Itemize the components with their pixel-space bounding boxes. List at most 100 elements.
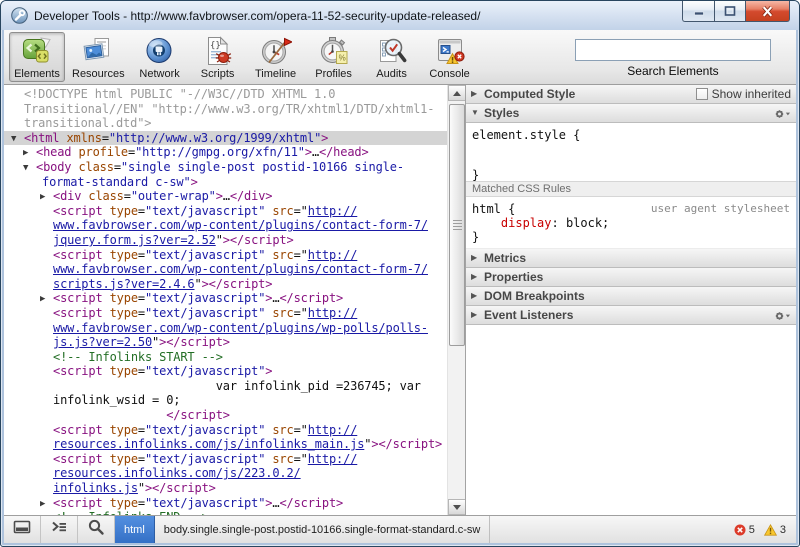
resource-link[interactable]: jquery.form.js?ver=2.52 xyxy=(53,233,216,247)
tab-network[interactable]: Network xyxy=(132,32,188,82)
dom-tree-node[interactable]: Transitional//EN" "http://www.w3.org/TR/… xyxy=(4,102,447,117)
resource-link[interactable]: www.favbrowser.com/wp-content/plugins/wp… xyxy=(53,321,428,335)
chevron-right-icon: ▶ xyxy=(471,287,477,305)
dom-tree-node[interactable]: var infolink_pid =236745; var xyxy=(4,379,447,394)
resource-link[interactable]: http:// xyxy=(308,306,358,320)
dom-tree-node[interactable]: ▶<head profile="http://gmpg.org/xfn/11">… xyxy=(4,145,447,160)
resource-link[interactable]: resources.infolinks.com/js/223.0.2/ xyxy=(53,466,301,480)
css-property-name[interactable]: display xyxy=(501,216,552,230)
statusbar: htmlbody.single.single-post.postid-10166… xyxy=(4,515,796,543)
css-rule-html[interactable]: user agent stylesheet html { display: bl… xyxy=(466,197,796,249)
gear-icon[interactable] xyxy=(774,310,791,322)
expander-open-icon[interactable]: ▼ xyxy=(23,161,28,176)
dom-tree-node[interactable]: format-standard c-sw"> xyxy=(4,175,447,190)
inspect-search-button[interactable] xyxy=(78,516,115,543)
resource-link[interactable]: js.js?ver=2.50 xyxy=(53,335,152,349)
resource-link[interactable]: www.favbrowser.com/wp-content/plugins/co… xyxy=(53,262,428,276)
message-counts[interactable]: 5 3 xyxy=(734,516,796,543)
rule-close: } xyxy=(472,230,790,244)
resource-link[interactable]: resources.infolinks.com/js/infolinks_mai… xyxy=(53,437,364,451)
scrollbar-thumb[interactable] xyxy=(449,104,465,346)
gear-icon[interactable] xyxy=(774,108,791,120)
section-event-listeners[interactable]: ▶Event Listeners xyxy=(466,306,796,325)
dom-tree-node[interactable]: <script type="text/javascript" src="http… xyxy=(4,204,447,219)
resource-link[interactable]: http:// xyxy=(308,452,358,466)
section-dom-breakpoints[interactable]: ▶ DOM Breakpoints xyxy=(466,287,796,306)
dom-tree-node[interactable]: infolink_wsid = 0; xyxy=(4,393,447,408)
element-style-open[interactable]: element.style { xyxy=(472,128,796,142)
resource-link[interactable]: scripts.js?ver=2.4.6 xyxy=(53,277,195,291)
console-toggle-button[interactable] xyxy=(41,516,78,543)
dom-tree[interactable]: <!DOCTYPE html PUBLIC "-//W3C//DTD XHTML… xyxy=(4,85,447,515)
titlebar[interactable]: Developer Tools - http://www.favbrowser.… xyxy=(1,1,799,30)
close-button[interactable] xyxy=(745,1,790,22)
expander-closed-icon[interactable]: ▶ xyxy=(40,292,45,307)
dom-tree-scrollbar[interactable] xyxy=(447,85,465,515)
dom-tree-node[interactable]: ▶<script type="text/javascript">…</scrip… xyxy=(4,291,447,306)
tab-resources[interactable]: Resources xyxy=(67,32,130,82)
section-properties[interactable]: ▶Properties xyxy=(466,268,796,287)
dom-tree-node[interactable]: www.favbrowser.com/wp-content/plugins/wp… xyxy=(4,321,447,336)
dom-tree-node[interactable]: resources.infolinks.com/js/223.0.2/ xyxy=(4,466,447,481)
tab-scripts[interactable]: {}Scripts xyxy=(190,32,246,82)
tab-profiles[interactable]: %Profiles xyxy=(306,32,362,82)
dom-tree-node[interactable]: transitional.dtd"> xyxy=(4,116,447,131)
dom-tree-node[interactable]: <script type="text/javascript" src="http… xyxy=(4,306,447,321)
section-computed-style[interactable]: ▶ Computed Style Show inherited xyxy=(466,85,796,104)
tab-timeline[interactable]: Timeline xyxy=(248,32,304,82)
dom-tree-node[interactable]: js.js?ver=2.50"></script> xyxy=(4,335,447,350)
dom-tree-node[interactable]: <script type="text/javascript" src="http… xyxy=(4,423,447,438)
dock-toggle-button[interactable] xyxy=(4,516,41,543)
dom-tree-node[interactable]: <script type="text/javascript"> xyxy=(4,364,447,379)
dom-tree-node[interactable]: ▶<script type="text/javascript">…</scrip… xyxy=(4,496,447,511)
dom-tree-node[interactable]: resources.infolinks.com/js/infolinks_mai… xyxy=(4,437,447,452)
syntax-segment: </div> xyxy=(230,189,272,203)
section-metrics[interactable]: ▶Metrics xyxy=(466,249,796,268)
section-styles[interactable]: ▼ Styles xyxy=(466,104,796,123)
dom-tree-node[interactable]: ▼<body class="single single-post postid-… xyxy=(4,160,447,175)
expander-closed-icon[interactable]: ▶ xyxy=(40,190,45,205)
computed-style-label: Computed Style xyxy=(484,87,575,101)
dom-tree-node[interactable]: <!DOCTYPE html PUBLIC "-//W3C//DTD XHTML… xyxy=(4,87,447,102)
tab-console[interactable]: Console xyxy=(422,32,478,82)
maximize-button[interactable] xyxy=(714,1,745,22)
section-label: DOM Breakpoints xyxy=(484,289,585,303)
dom-tree-node[interactable]: <script type="text/javascript" src="http… xyxy=(4,248,447,263)
resource-link[interactable]: http:// xyxy=(308,204,358,218)
dom-tree-node[interactable]: infolinks.js"></script> xyxy=(4,481,447,496)
scroll-up-button[interactable] xyxy=(448,85,466,101)
resource-link[interactable]: http:// xyxy=(308,423,358,437)
expander-closed-icon[interactable]: ▶ xyxy=(23,146,28,161)
expander-closed-icon[interactable]: ▶ xyxy=(40,497,45,512)
dom-tree-node[interactable]: ▶<div class="outer-wrap">…</div> xyxy=(4,189,447,204)
syntax-segment: src xyxy=(272,452,293,466)
dom-tree-node[interactable]: www.favbrowser.com/wp-content/plugins/co… xyxy=(4,262,447,277)
dom-tree-node[interactable]: jquery.form.js?ver=2.52"></script> xyxy=(4,233,447,248)
search-input[interactable] xyxy=(575,39,771,61)
dom-tree-node[interactable]: <script type="text/javascript" src="http… xyxy=(4,452,447,467)
section-label: Metrics xyxy=(484,251,526,265)
resource-link[interactable]: infolinks.js xyxy=(53,481,138,495)
syntax-segment: = xyxy=(128,145,135,159)
minimize-button[interactable] xyxy=(682,1,714,22)
rule-declaration[interactable]: display: block; xyxy=(472,216,790,230)
dom-tree-node[interactable]: </script> xyxy=(4,408,447,423)
dom-tree-node[interactable]: <!-- Infolinks START --> xyxy=(4,350,447,365)
dom-tree-node-selected[interactable]: ▼<html xmlns="http://www.w3.org/1999/xht… xyxy=(4,131,447,146)
syntax-segment: "single single-post postid-10166 single- xyxy=(121,160,404,174)
css-property-value[interactable]: block; xyxy=(566,216,609,230)
crumb-html[interactable]: html xyxy=(115,516,155,543)
syntax-segment xyxy=(53,408,166,422)
element-style-rule[interactable]: element.style { } xyxy=(466,123,796,181)
resource-link[interactable]: www.favbrowser.com/wp-content/plugins/co… xyxy=(53,218,428,232)
tab-elements[interactable]: Elements xyxy=(9,32,65,82)
dom-tree-node[interactable]: www.favbrowser.com/wp-content/plugins/co… xyxy=(4,218,447,233)
resource-link[interactable]: http:// xyxy=(308,248,358,262)
tab-audits[interactable]: Audits xyxy=(364,32,420,82)
tab-label: Resources xyxy=(72,68,125,80)
expander-open-icon[interactable]: ▼ xyxy=(11,132,16,147)
scroll-down-button[interactable] xyxy=(448,499,466,515)
dom-tree-node[interactable]: scripts.js?ver=2.4.6"></script> xyxy=(4,277,447,292)
show-inherited-checkbox[interactable] xyxy=(696,88,708,100)
crumb-body[interactable]: body.single.single-post.postid-10166.sin… xyxy=(155,516,491,543)
